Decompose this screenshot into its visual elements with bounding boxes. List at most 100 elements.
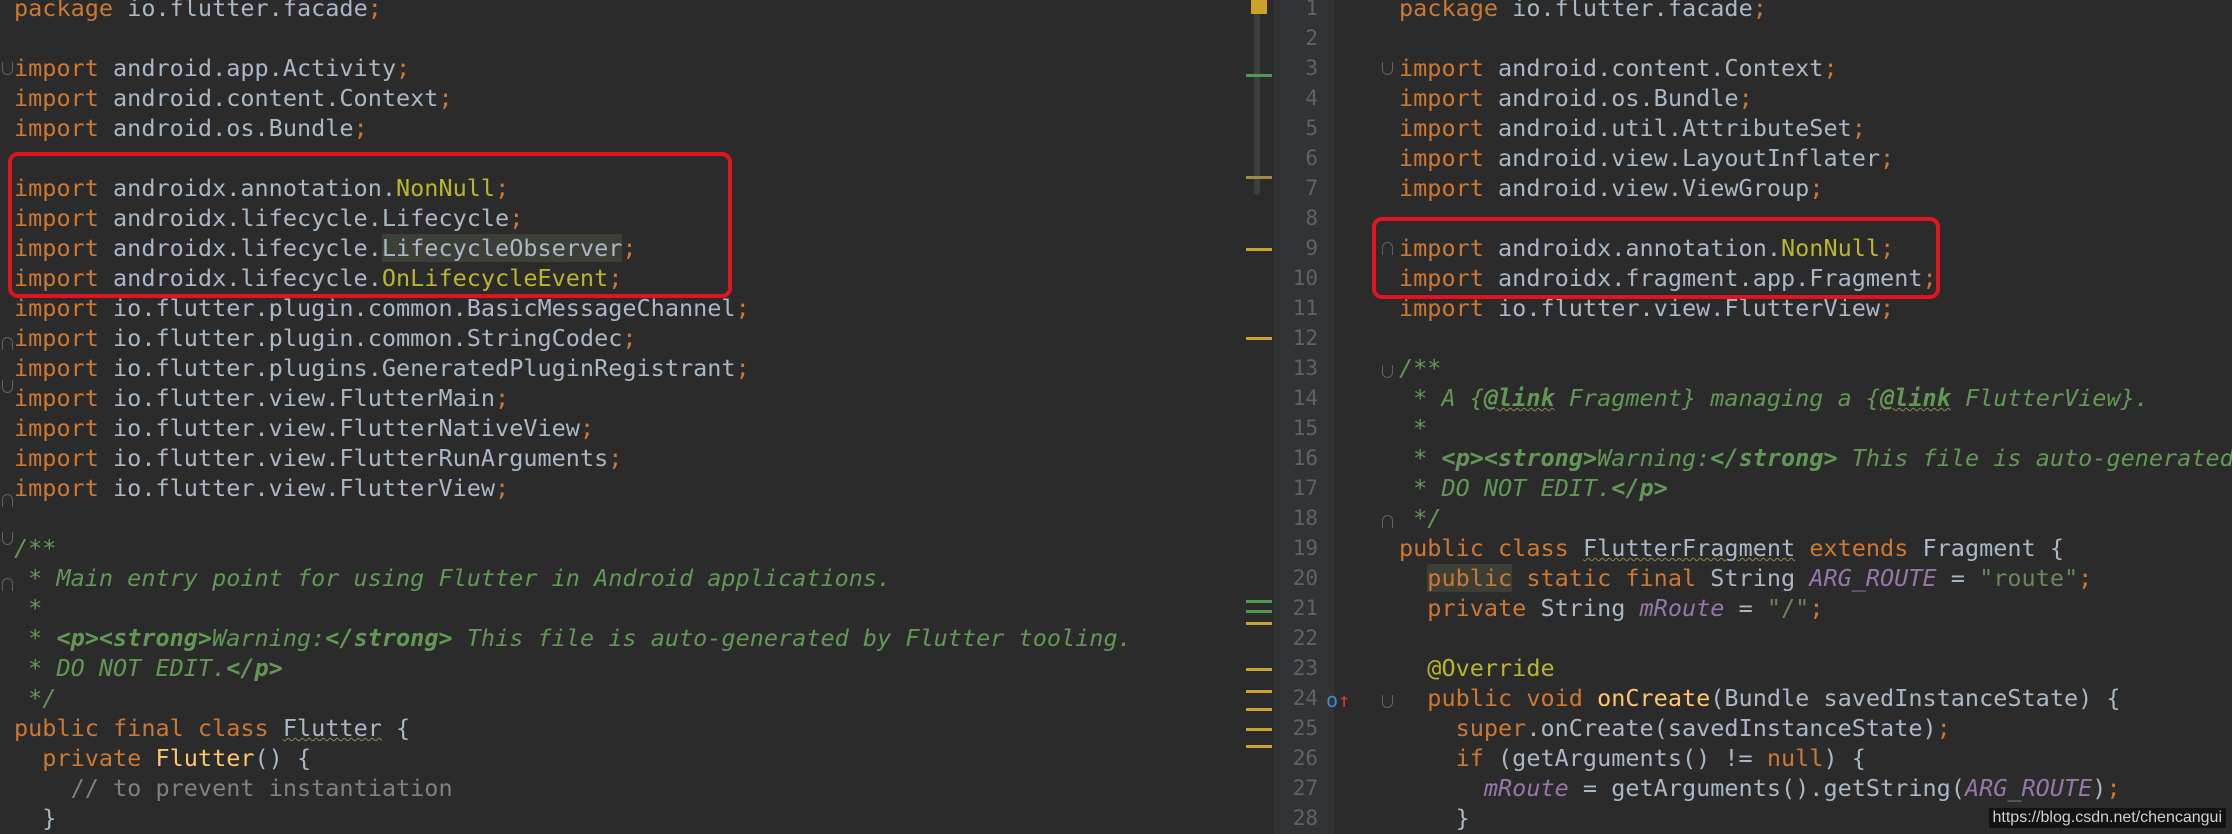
code-line[interactable]: import io.flutter.view.FlutterMain;: [14, 383, 509, 413]
code-line[interactable]: public class FlutterFragment extends Fra…: [1399, 533, 2064, 563]
code-token: io.flutter.facade: [113, 0, 368, 22]
change-marker[interactable]: [1246, 74, 1272, 77]
change-marker[interactable]: [1246, 600, 1272, 603]
highlight-box-right: [1372, 217, 1940, 299]
code-line[interactable]: private String mRoute = "/";: [1399, 593, 1823, 623]
code-token: ;: [1809, 594, 1824, 622]
code-token: </strong>: [325, 624, 453, 652]
line-number: 24: [1292, 686, 1318, 710]
code-line[interactable]: */: [14, 683, 56, 713]
left-editor-pane[interactable]: package io.flutter.facade; import android…: [0, 0, 1244, 834]
code-token: ;: [353, 114, 368, 142]
change-marker[interactable]: [1246, 728, 1272, 731]
code-line[interactable]: public static final String ARG_ROUTE = "…: [1399, 563, 2092, 593]
code-line[interactable]: import io.flutter.view.FlutterNativeView…: [14, 413, 594, 443]
code-token: .onCreate(savedInstanceState): [1526, 714, 1937, 742]
code-line[interactable]: package io.flutter.facade;: [1399, 0, 1767, 23]
fold-marker-icon[interactable]: [1382, 365, 1393, 378]
fold-marker-icon[interactable]: [1382, 695, 1393, 708]
code-token: android.os.Bundle: [98, 114, 354, 142]
fold-marker-icon[interactable]: [2, 494, 13, 507]
code-line[interactable]: /**: [1399, 353, 1441, 383]
code-line[interactable]: if (getArguments() != null) {: [1399, 743, 1866, 773]
code-token: static final: [1512, 564, 1711, 592]
fold-marker-icon[interactable]: [1382, 515, 1393, 528]
code-token: *: [1399, 444, 1442, 472]
code-token: io.flutter.plugin.common.StringCodec: [98, 324, 623, 352]
code-line[interactable]: import android.os.Bundle;: [14, 113, 368, 143]
code-token: io.flutter.view.FlutterNativeView: [98, 414, 580, 442]
code-line[interactable]: private Flutter() {: [14, 743, 311, 773]
code-line[interactable]: super.onCreate(savedInstanceState);: [1399, 713, 1951, 743]
code-line[interactable]: public void onCreate(Bundle savedInstanc…: [1399, 683, 2120, 713]
code-line[interactable]: * DO NOT EDIT.</p>: [14, 653, 283, 683]
code-line[interactable]: * <p><strong>Warning:</strong> This file…: [14, 623, 1132, 653]
code-line[interactable]: public final class Flutter {: [14, 713, 410, 743]
code-token: }: [14, 804, 57, 832]
fold-marker-icon[interactable]: [2, 578, 13, 591]
code-line[interactable]: import android.app.Activity;: [14, 53, 410, 83]
right-editor-pane[interactable]: package io.flutter.facade; import android…: [1334, 0, 2232, 834]
code-token: ;: [1823, 54, 1838, 82]
code-token: super: [1455, 714, 1527, 742]
fold-marker-icon[interactable]: [2, 337, 13, 350]
change-marker[interactable]: [1246, 622, 1272, 625]
change-marker[interactable]: [1246, 690, 1272, 693]
code-token: ;: [396, 54, 411, 82]
code-token: }: [1399, 804, 1470, 832]
code-line[interactable]: import android.os.Bundle;: [1399, 83, 1753, 113]
code-token: <p><strong>: [1441, 444, 1598, 472]
code-line[interactable]: import android.content.Context;: [14, 83, 453, 113]
code-line[interactable]: *: [14, 593, 42, 623]
code-token: import: [14, 414, 99, 442]
code-line[interactable]: * A {@link Fragment} managing a {@link F…: [1399, 383, 2149, 413]
warning-marker[interactable]: [1251, 0, 1267, 14]
code-line[interactable]: *: [1399, 413, 1427, 443]
code-token: import: [1399, 114, 1484, 142]
code-line[interactable]: import android.view.LayoutInflater;: [1399, 143, 1894, 173]
code-token: import: [1399, 84, 1484, 112]
code-token: ;: [1809, 174, 1824, 202]
code-line[interactable]: import android.view.ViewGroup;: [1399, 173, 1823, 203]
fold-marker-icon[interactable]: [2, 532, 13, 545]
code-line[interactable]: import android.content.Context;: [1399, 53, 1838, 83]
code-line[interactable]: import io.flutter.plugin.common.StringCo…: [14, 323, 637, 353]
code-line[interactable]: mRoute = getArguments().getString(ARG_RO…: [1399, 773, 2121, 803]
code-token: ;: [608, 444, 623, 472]
line-number: 22: [1292, 626, 1318, 650]
code-line[interactable]: */: [1399, 503, 1441, 533]
scrollbar[interactable]: [1254, 0, 1260, 195]
fold-marker-icon[interactable]: [2, 62, 13, 75]
code-line[interactable]: * Main entry point for using Flutter in …: [14, 563, 891, 593]
code-line[interactable]: * <p><strong>Warning:</strong> This file…: [1399, 443, 2232, 473]
code-token: io.flutter.plugin.common.BasicMessageCha…: [98, 294, 736, 322]
code-token: ;: [367, 0, 382, 22]
change-marker[interactable]: [1246, 337, 1272, 340]
change-marker[interactable]: [1246, 708, 1272, 711]
code-token: This file is auto-generated: [1837, 444, 2232, 472]
code-line[interactable]: import io.flutter.plugins.GeneratedPlugi…: [14, 353, 750, 383]
fold-marker-icon[interactable]: [1382, 62, 1393, 75]
code-line[interactable]: @Override: [1399, 653, 1554, 683]
code-line[interactable]: }: [1399, 803, 1470, 833]
code-token: =: [1936, 564, 1980, 592]
code-token: = getArguments().getString(: [1568, 774, 1965, 802]
code-token: ) {: [1823, 744, 1866, 772]
code-line[interactable]: import android.util.AttributeSet;: [1399, 113, 1866, 143]
code-line[interactable]: import io.flutter.view.FlutterRunArgumen…: [14, 443, 622, 473]
code-line[interactable]: // to prevent instantiation: [14, 773, 453, 803]
code-line[interactable]: /**: [14, 533, 56, 563]
code-token: private: [14, 744, 156, 772]
code-line[interactable]: }: [14, 803, 56, 833]
change-marker[interactable]: [1246, 610, 1272, 613]
change-marker[interactable]: [1246, 668, 1272, 671]
code-line[interactable]: package io.flutter.facade;: [14, 0, 382, 23]
fold-marker-icon[interactable]: [1382, 242, 1393, 255]
fold-marker-icon[interactable]: [2, 380, 13, 393]
change-marker[interactable]: [1246, 745, 1272, 748]
code-token: io.flutter.plugins.GeneratedPluginRegist…: [98, 354, 736, 382]
change-marker[interactable]: [1246, 176, 1272, 179]
code-line[interactable]: import io.flutter.view.FlutterView;: [14, 473, 509, 503]
code-line[interactable]: * DO NOT EDIT.</p>: [1399, 473, 1668, 503]
change-marker[interactable]: [1246, 248, 1272, 251]
